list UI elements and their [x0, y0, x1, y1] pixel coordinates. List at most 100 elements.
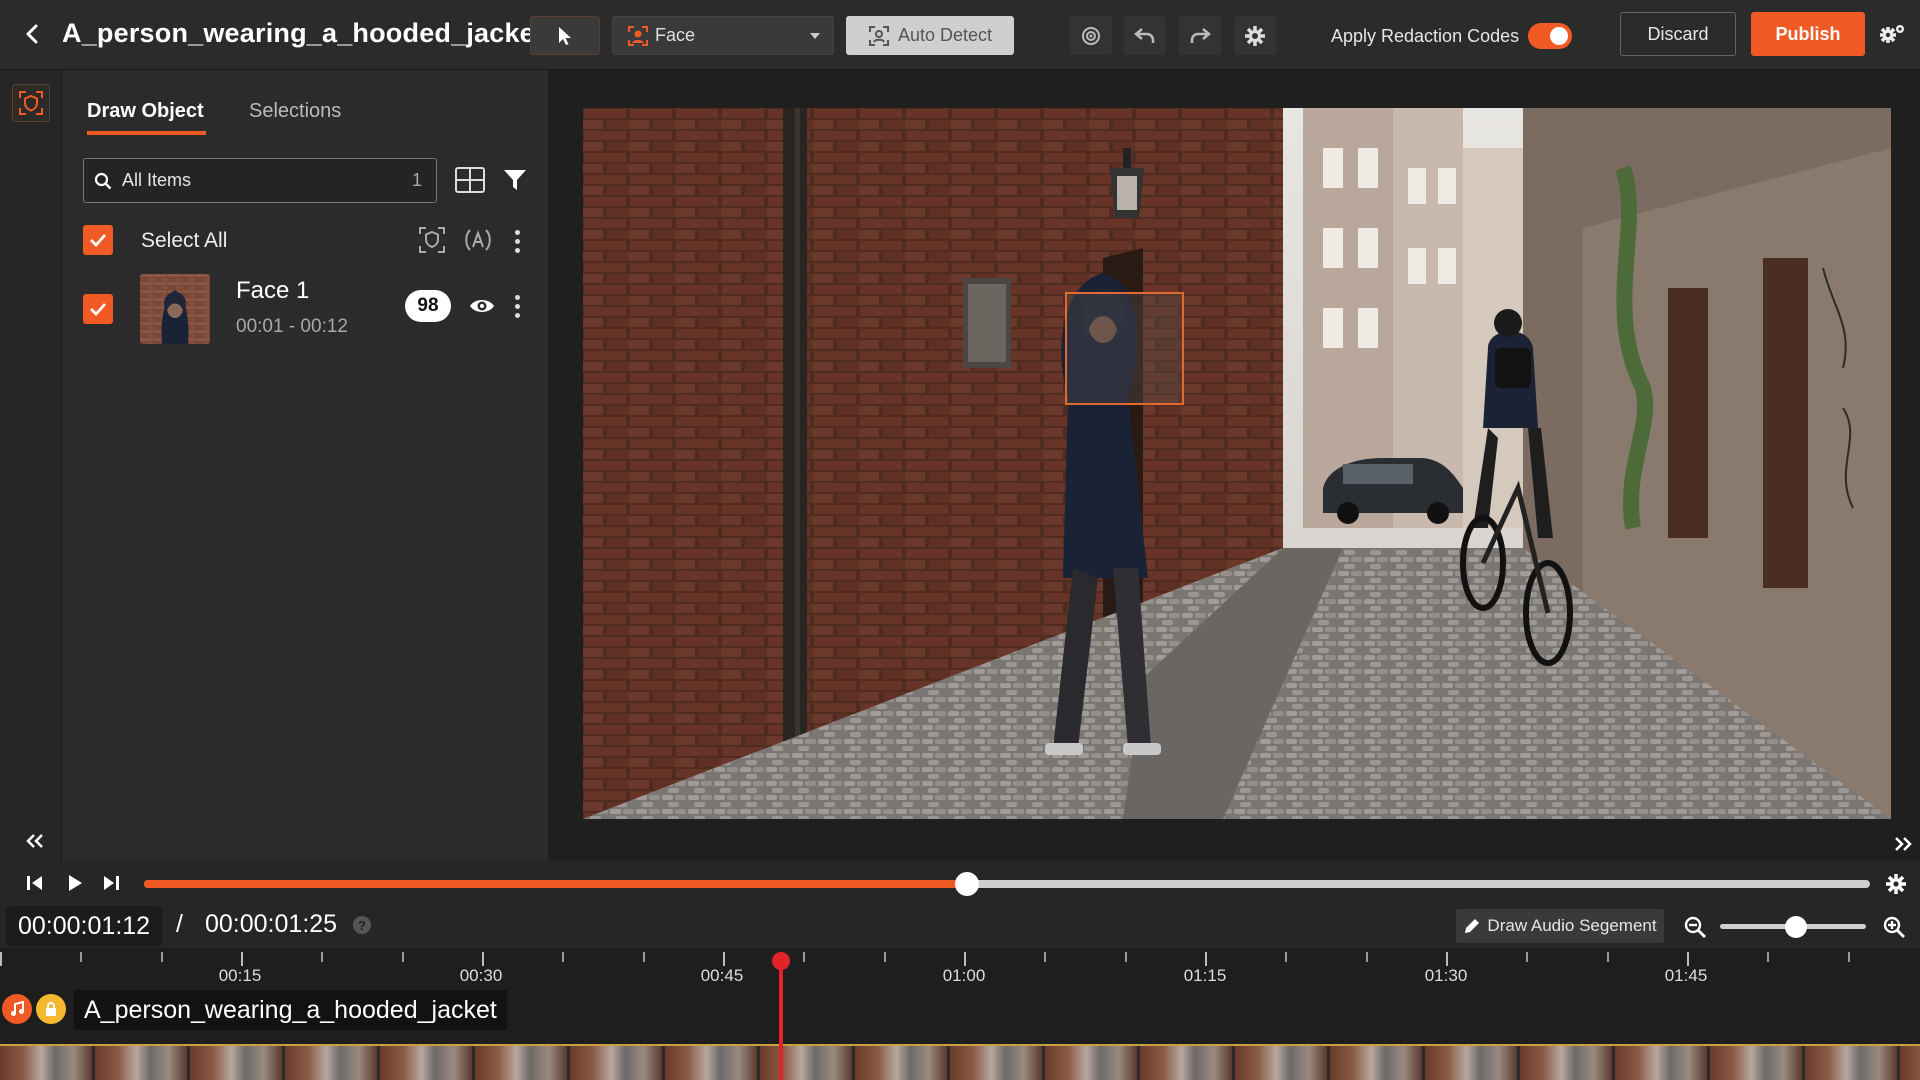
chevron-down-icon: [810, 33, 820, 39]
target-button[interactable]: [1070, 16, 1112, 55]
tick-label: 00:30: [459, 966, 503, 985]
collapse-panel-icon[interactable]: [22, 828, 48, 854]
object-type-dropdown[interactable]: Face: [612, 16, 834, 55]
tab-draw-object[interactable]: Draw Object: [87, 100, 204, 123]
zoom-out-icon[interactable]: [1680, 912, 1710, 942]
zoom-in-icon[interactable]: [1879, 912, 1909, 942]
film-frame: [1805, 1046, 1897, 1080]
ruler-tick: [1366, 952, 1368, 962]
pointer-icon: [559, 26, 571, 45]
playhead-line: [779, 962, 783, 1080]
discard-button[interactable]: Discard: [1620, 12, 1736, 56]
film-frame: [1900, 1046, 1920, 1080]
kebab-icon[interactable]: [509, 290, 525, 322]
ruler-tick: [1687, 952, 1689, 966]
undo-icon: [1134, 27, 1155, 43]
ruler-tick: [402, 952, 404, 962]
music-icon[interactable]: [2, 994, 32, 1024]
progress-fill: [144, 880, 968, 888]
film-frame: [950, 1046, 1042, 1080]
lock-icon[interactable]: [36, 994, 66, 1024]
top-bar: A_person_wearing_a_hooded_jacket Face Au…: [0, 0, 1920, 70]
item-checkbox[interactable]: [83, 294, 113, 324]
ruler-tick: [1607, 952, 1609, 962]
tick-label: 00:45: [700, 966, 744, 985]
ruler-tick: [241, 952, 243, 966]
draw-audio-segment-button[interactable]: Draw Audio Segement: [1456, 909, 1664, 943]
ruler-tick: [0, 952, 2, 966]
ruler-tick: [1044, 952, 1046, 962]
ruler-tick: [482, 952, 484, 966]
filter-icon[interactable]: [500, 164, 530, 196]
video-frame[interactable]: [583, 108, 1891, 819]
playhead-handle[interactable]: [772, 952, 790, 970]
film-frame: [1045, 1046, 1137, 1080]
film-frame: [0, 1046, 92, 1080]
publish-button[interactable]: Publish: [1751, 12, 1865, 56]
page-title: A_person_wearing_a_hooded_jacket: [62, 18, 545, 48]
film-frame: [760, 1046, 852, 1080]
face-scan-icon: [628, 25, 648, 46]
pencil-icon: [1465, 919, 1480, 933]
track-name: A_person_wearing_a_hooded_jacket: [74, 990, 507, 1030]
kebab-icon[interactable]: [509, 225, 525, 257]
tick-label: 01:00: [942, 966, 986, 985]
gear-icon[interactable]: [1882, 870, 1910, 898]
total-timecode: 00:00:01:25: [205, 910, 338, 938]
play-icon[interactable]: [62, 870, 88, 896]
target-icon: [1082, 26, 1100, 45]
help-icon[interactable]: ?: [353, 916, 371, 934]
back-arrow-icon[interactable]: [18, 20, 46, 48]
tick-label: 01:45: [1664, 966, 1708, 985]
settings-button[interactable]: [1234, 16, 1276, 55]
left-rail: [0, 70, 62, 860]
shield-face-icon[interactable]: [12, 84, 50, 122]
zoom-slider[interactable]: [1720, 916, 1866, 938]
expand-panel-icon[interactable]: [1890, 831, 1916, 857]
film-frame: [1140, 1046, 1232, 1080]
ruler-tick: [1848, 952, 1850, 962]
tab-selections[interactable]: Selections: [249, 100, 341, 123]
film-frame: [95, 1046, 187, 1080]
search-field[interactable]: 1: [83, 158, 437, 203]
film-frame: [855, 1046, 947, 1080]
filmstrip[interactable]: [0, 1044, 1920, 1080]
film-frame: [1710, 1046, 1802, 1080]
face-detection-box[interactable]: [1065, 292, 1184, 405]
redact-all-icon[interactable]: [416, 224, 448, 256]
ruler-tick: [1446, 952, 1448, 966]
current-timecode[interactable]: 00:00:01:12: [6, 906, 163, 946]
gear-icon: [1245, 25, 1265, 46]
item-name: Face 1: [236, 277, 310, 304]
zoom-slider-handle[interactable]: [1784, 916, 1807, 938]
eye-icon[interactable]: [467, 292, 497, 320]
draw-audio-segment-label: Draw Audio Segement: [1487, 916, 1657, 935]
select-all-checkbox[interactable]: [83, 225, 113, 255]
film-frame: [1235, 1046, 1327, 1080]
undo-button[interactable]: [1124, 16, 1166, 55]
apply-redaction-codes-toggle[interactable]: [1528, 23, 1572, 49]
step-forward-icon[interactable]: [98, 870, 124, 896]
ruler-tick: [884, 952, 886, 962]
ruler-tick: [803, 952, 805, 962]
film-frame: [1425, 1046, 1517, 1080]
auto-detect-button[interactable]: Auto Detect: [846, 16, 1014, 55]
annotation-code-icon[interactable]: [462, 224, 494, 256]
check-icon: [90, 303, 107, 316]
item-count: 1: [411, 170, 422, 190]
ruler-tick: [1205, 952, 1207, 966]
settings-gears-icon[interactable]: [1876, 20, 1908, 50]
auto-detect-icon: [868, 25, 889, 46]
playback-progress-bar[interactable]: [144, 872, 1870, 896]
video-redaction-app: A_person_wearing_a_hooded_jacket Face Au…: [0, 0, 1920, 1080]
ruler-tick: [161, 952, 163, 962]
grid-view-icon[interactable]: [454, 164, 486, 196]
select-tool-button[interactable]: [530, 16, 600, 55]
tick-label: 01:30: [1424, 966, 1468, 985]
face-thumbnail[interactable]: [140, 274, 210, 344]
search-input[interactable]: [122, 170, 382, 191]
film-frame: [1330, 1046, 1422, 1080]
film-frame: [1615, 1046, 1707, 1080]
step-back-icon[interactable]: [22, 870, 48, 896]
redo-button[interactable]: [1179, 16, 1221, 55]
